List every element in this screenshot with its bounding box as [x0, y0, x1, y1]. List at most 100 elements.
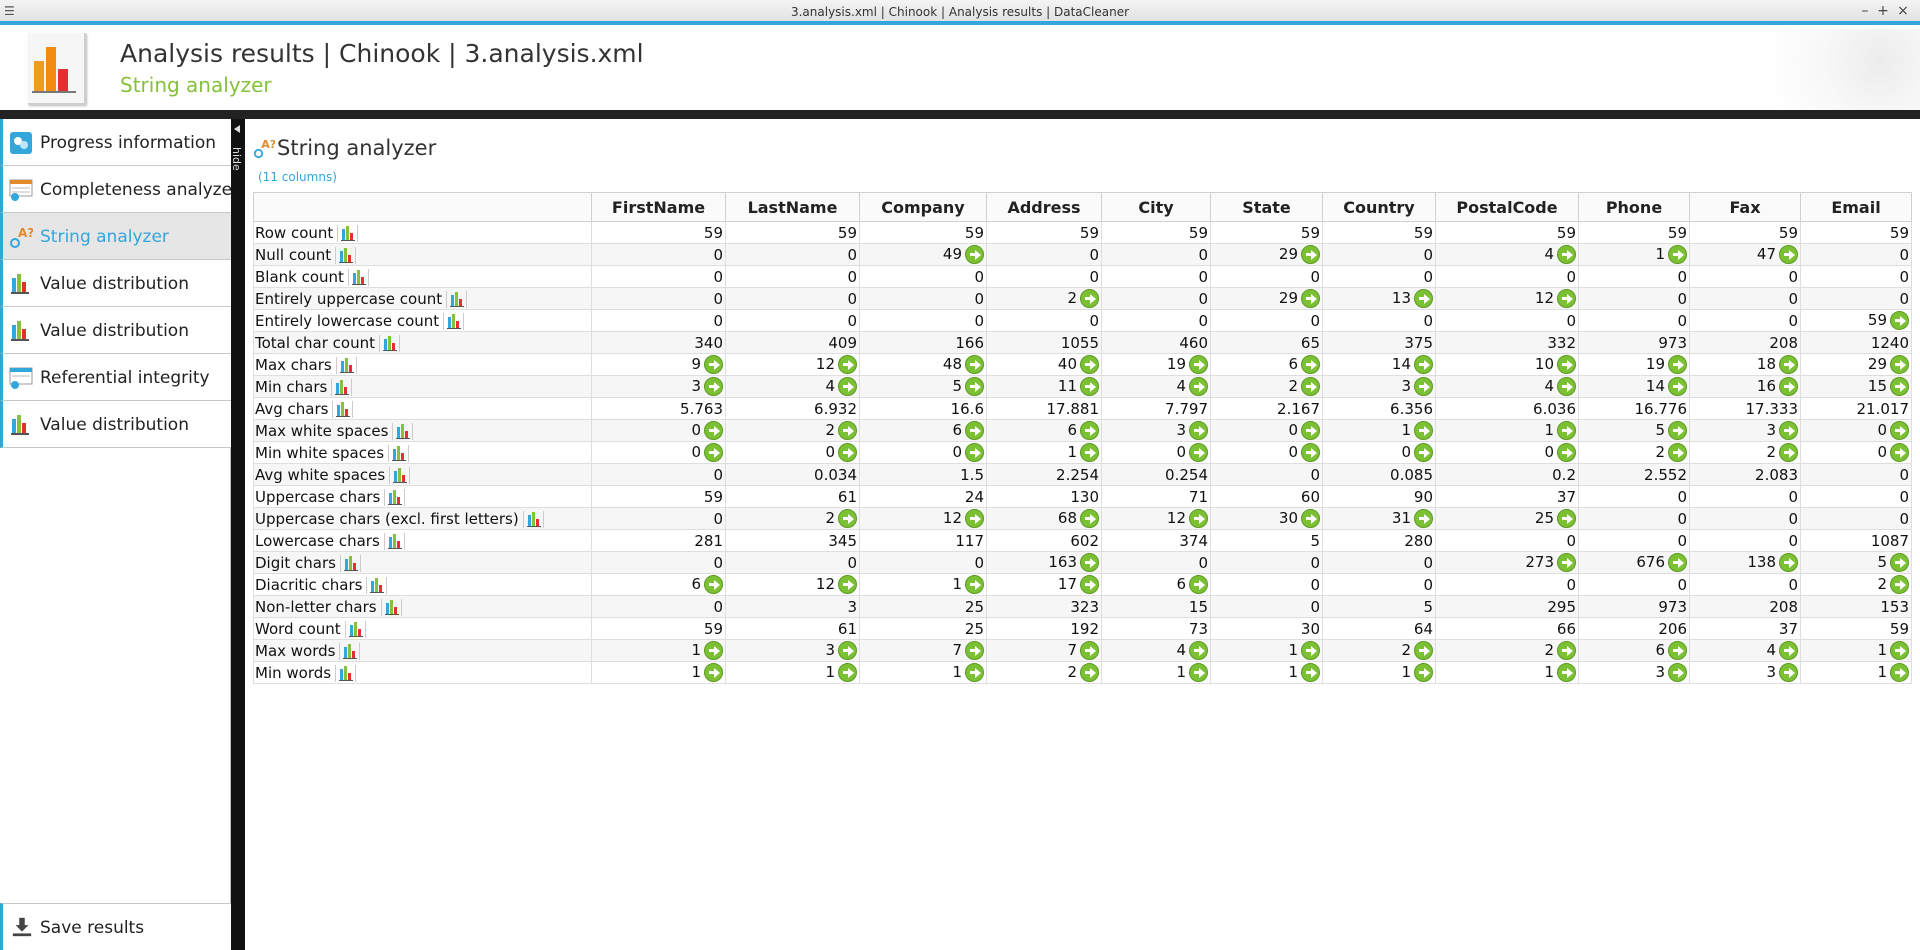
drill-to-detail-icon[interactable]: [1189, 509, 1208, 528]
drill-to-detail-icon[interactable]: [1080, 553, 1099, 572]
drill-to-detail-icon[interactable]: [965, 421, 984, 440]
drill-to-detail-icon[interactable]: [1779, 355, 1798, 374]
metric-chart-icon[interactable]: [384, 488, 406, 506]
drill-to-detail-icon[interactable]: [1890, 663, 1909, 682]
sidebar-item-completeness-analyzer[interactable]: Completeness analyzer: [0, 166, 239, 213]
drill-to-detail-icon[interactable]: [1557, 443, 1576, 462]
drill-to-detail-icon[interactable]: [1890, 575, 1909, 594]
drill-to-detail-icon[interactable]: [1557, 509, 1576, 528]
drill-to-detail-icon[interactable]: [1189, 575, 1208, 594]
metric-chart-icon[interactable]: [335, 664, 357, 682]
drill-to-detail-icon[interactable]: [1557, 377, 1576, 396]
drill-to-detail-icon[interactable]: [1557, 663, 1576, 682]
metric-chart-icon[interactable]: [522, 510, 544, 528]
drill-to-detail-icon[interactable]: [1301, 245, 1320, 264]
drill-to-detail-icon[interactable]: [838, 377, 857, 396]
drill-to-detail-icon[interactable]: [838, 355, 857, 374]
drill-to-detail-icon[interactable]: [1668, 443, 1687, 462]
drill-to-detail-icon[interactable]: [1557, 421, 1576, 440]
metric-chart-icon[interactable]: [380, 598, 402, 616]
sidebar-item-value-distribution-2[interactable]: Value distribution: [0, 307, 231, 354]
drill-to-detail-icon[interactable]: [1890, 553, 1909, 572]
drill-to-detail-icon[interactable]: [965, 663, 984, 682]
drill-to-detail-icon[interactable]: [1080, 443, 1099, 462]
metric-chart-icon[interactable]: [392, 422, 414, 440]
drill-to-detail-icon[interactable]: [838, 509, 857, 528]
metric-chart-icon[interactable]: [366, 576, 388, 594]
save-results-button[interactable]: Save results: [0, 903, 231, 950]
drill-to-detail-icon[interactable]: [1189, 443, 1208, 462]
drill-to-detail-icon[interactable]: [1414, 421, 1433, 440]
drill-to-detail-icon[interactable]: [838, 641, 857, 660]
drill-to-detail-icon[interactable]: [1890, 311, 1909, 330]
drill-to-detail-icon[interactable]: [838, 421, 857, 440]
drill-to-detail-icon[interactable]: [1080, 663, 1099, 682]
drill-to-detail-icon[interactable]: [1414, 289, 1433, 308]
metric-chart-icon[interactable]: [446, 290, 468, 308]
drill-to-detail-icon[interactable]: [1301, 355, 1320, 374]
drill-to-detail-icon[interactable]: [1189, 421, 1208, 440]
drill-to-detail-icon[interactable]: [1557, 641, 1576, 660]
drill-to-detail-icon[interactable]: [1301, 289, 1320, 308]
drill-to-detail-icon[interactable]: [1301, 421, 1320, 440]
drill-to-detail-icon[interactable]: [965, 575, 984, 594]
drill-to-detail-icon[interactable]: [1189, 663, 1208, 682]
drill-to-detail-icon[interactable]: [1414, 509, 1433, 528]
drill-to-detail-icon[interactable]: [1301, 641, 1320, 660]
drill-to-detail-icon[interactable]: [1414, 641, 1433, 660]
metric-chart-icon[interactable]: [347, 268, 369, 286]
drill-to-detail-icon[interactable]: [1189, 377, 1208, 396]
drill-to-detail-icon[interactable]: [1668, 377, 1687, 396]
hide-sidebar-toggle[interactable]: hide: [230, 119, 245, 950]
drill-to-detail-icon[interactable]: [1779, 421, 1798, 440]
drill-to-detail-icon[interactable]: [1779, 663, 1798, 682]
metric-chart-icon[interactable]: [383, 532, 405, 550]
drill-to-detail-icon[interactable]: [1779, 443, 1798, 462]
drill-to-detail-icon[interactable]: [1301, 443, 1320, 462]
drill-to-detail-icon[interactable]: [1414, 663, 1433, 682]
drill-to-detail-icon[interactable]: [1557, 553, 1576, 572]
drill-to-detail-icon[interactable]: [1668, 663, 1687, 682]
close-button[interactable]: ×: [1894, 3, 1912, 19]
drill-to-detail-icon[interactable]: [1189, 641, 1208, 660]
sidebar-item-referential-integrity[interactable]: Referential integrity: [0, 354, 231, 401]
metric-chart-icon[interactable]: [379, 334, 400, 352]
drill-to-detail-icon[interactable]: [1890, 355, 1909, 374]
drill-to-detail-icon[interactable]: [1080, 509, 1099, 528]
drill-to-detail-icon[interactable]: [1890, 421, 1909, 440]
drill-to-detail-icon[interactable]: [704, 355, 723, 374]
drill-to-detail-icon[interactable]: [965, 355, 984, 374]
drill-to-detail-icon[interactable]: [1779, 377, 1798, 396]
drill-to-detail-icon[interactable]: [1779, 245, 1798, 264]
drill-to-detail-icon[interactable]: [1668, 421, 1687, 440]
drill-to-detail-icon[interactable]: [1779, 641, 1798, 660]
drill-to-detail-icon[interactable]: [1557, 355, 1576, 374]
drill-to-detail-icon[interactable]: [1779, 553, 1798, 572]
maximize-button[interactable]: +: [1874, 3, 1892, 19]
sidebar-item-string-analyzer[interactable]: A? String analyzer: [0, 213, 231, 260]
drill-to-detail-icon[interactable]: [1414, 443, 1433, 462]
drill-to-detail-icon[interactable]: [1557, 289, 1576, 308]
sidebar-item-value-distribution-3[interactable]: Value distribution: [0, 401, 231, 448]
metric-chart-icon[interactable]: [335, 356, 357, 374]
drill-to-detail-icon[interactable]: [1668, 641, 1687, 660]
sidebar-item-progress-information[interactable]: Progress information: [0, 119, 231, 166]
metric-chart-icon[interactable]: [337, 224, 359, 242]
drill-to-detail-icon[interactable]: [704, 443, 723, 462]
drill-to-detail-icon[interactable]: [965, 377, 984, 396]
drill-to-detail-icon[interactable]: [1080, 355, 1099, 374]
metric-chart-icon[interactable]: [389, 466, 411, 484]
drill-to-detail-icon[interactable]: [1890, 377, 1909, 396]
drill-to-detail-icon[interactable]: [1414, 377, 1433, 396]
metric-chart-icon[interactable]: [344, 620, 366, 638]
drill-to-detail-icon[interactable]: [965, 443, 984, 462]
minimize-button[interactable]: –: [1856, 3, 1874, 19]
drill-to-detail-icon[interactable]: [965, 641, 984, 660]
drill-to-detail-icon[interactable]: [1301, 509, 1320, 528]
drill-to-detail-icon[interactable]: [838, 663, 857, 682]
drill-to-detail-icon[interactable]: [1301, 663, 1320, 682]
drill-to-detail-icon[interactable]: [704, 641, 723, 660]
drill-to-detail-icon[interactable]: [965, 509, 984, 528]
drill-to-detail-icon[interactable]: [838, 575, 857, 594]
metric-chart-icon[interactable]: [443, 312, 465, 330]
